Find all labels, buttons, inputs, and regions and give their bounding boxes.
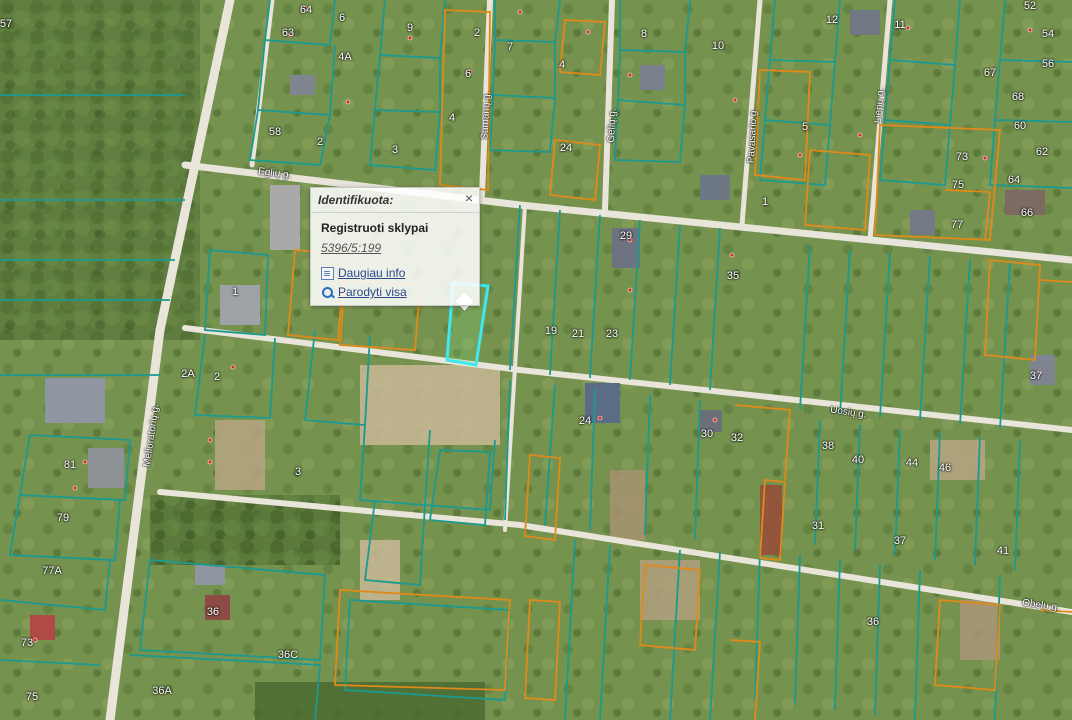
parcel-number: 2: [473, 27, 481, 39]
parcel-number: 54: [1041, 28, 1055, 40]
parcel-number: 24: [559, 142, 573, 154]
parcel-number: 32: [730, 432, 744, 444]
parcel-number: 10: [711, 40, 725, 52]
parcel-number: 60: [1013, 120, 1027, 132]
show-all-link[interactable]: Parodyti visa: [321, 284, 407, 300]
parcel-number: 62: [1035, 146, 1049, 158]
parcel-number: 3: [391, 144, 399, 156]
parcel-number: 6: [464, 68, 472, 80]
parcel-number: 75: [951, 179, 965, 191]
popup-layer-name: Registruoti sklypai: [321, 221, 429, 235]
parcel-number: 9: [406, 22, 414, 34]
parcel-number: 37: [1029, 370, 1043, 382]
parcel-number: 4: [558, 59, 566, 71]
parcel-number: 36: [866, 616, 880, 628]
parcel-number: 21: [571, 328, 585, 340]
parcel-number: 63: [281, 27, 295, 39]
more-info-link[interactable]: Daugiau info: [321, 265, 405, 281]
parcel-number: 4: [448, 112, 456, 124]
street-label-gelu: Gėlių g.: [605, 108, 619, 143]
parcel-number: 1: [231, 286, 239, 298]
parcel-number: 40: [851, 454, 865, 466]
parcel-number: 37: [893, 535, 907, 547]
parcel-number: 68: [1011, 91, 1025, 103]
magnifier-icon: [321, 286, 334, 299]
popup-title: Identifikuota:: [318, 193, 394, 207]
popup-header: Identifikuota: ×: [311, 188, 479, 213]
map-canvas[interactable]: [0, 0, 1072, 720]
document-icon: [321, 266, 334, 280]
parcel-number: 6: [338, 12, 346, 24]
parcel-number: 29: [619, 230, 633, 242]
parcel-number: 2A: [181, 368, 195, 380]
parcel-number: 64: [1007, 174, 1021, 186]
parcel-number: 35: [726, 270, 740, 282]
parcel-number: 77: [950, 219, 964, 231]
parcel-number: 73: [955, 151, 969, 163]
parcel-number: 75: [25, 691, 39, 703]
parcel-number: 12: [825, 14, 839, 26]
parcel-number: 73: [20, 637, 34, 649]
parcel-number: 67: [983, 67, 997, 79]
parcel-number: 52: [1023, 0, 1037, 12]
parcel-number: 41: [996, 545, 1010, 557]
parcel-number: 46: [938, 462, 952, 474]
parcel-number: 4A: [338, 51, 352, 63]
parcel-number: 66: [1020, 207, 1034, 219]
parcel-number: 8: [640, 28, 648, 40]
parcel-number: 57: [0, 18, 13, 30]
more-info-label: Daugiau info: [338, 266, 406, 280]
parcel-number: 56: [1041, 58, 1055, 70]
parcel-number: 5: [801, 121, 809, 133]
parcel-number: 81: [63, 459, 77, 471]
parcel-number: 64: [299, 4, 313, 16]
parcel-number: 7: [506, 41, 514, 53]
parcel-number: 30: [700, 428, 714, 440]
parcel-number: 19: [544, 325, 558, 337]
parcel-number: 58: [268, 126, 282, 138]
parcel-number: 79: [56, 512, 70, 524]
close-icon[interactable]: ×: [462, 191, 476, 205]
parcel-number: 36: [206, 606, 220, 618]
parcel-number: 2: [316, 136, 324, 148]
popup-parcel-id[interactable]: 5396/5:199: [321, 241, 381, 255]
parcel-number: 31: [811, 520, 825, 532]
identify-popup: Identifikuota: × Registruoti sklypai 539…: [310, 187, 480, 306]
parcel-number: 77A: [42, 565, 62, 577]
parcel-number: 3: [294, 466, 302, 478]
parcel-number: 11: [894, 19, 906, 31]
parcel-number: 23: [605, 328, 619, 340]
parcel-number: 36C: [277, 649, 299, 661]
show-all-label: Parodyti visa: [338, 285, 407, 299]
parcel-number: 24: [578, 415, 592, 427]
parcel-number: 2: [213, 371, 221, 383]
parcel-number: 1: [761, 196, 769, 208]
parcel-number: 44: [905, 457, 919, 469]
parcel-number: 38: [821, 440, 835, 452]
orthophoto-map[interactable]: Eglių g. Samanų g. Gėlių g. Pavasario g.…: [0, 0, 1072, 720]
parcel-number: 36A: [152, 685, 172, 697]
